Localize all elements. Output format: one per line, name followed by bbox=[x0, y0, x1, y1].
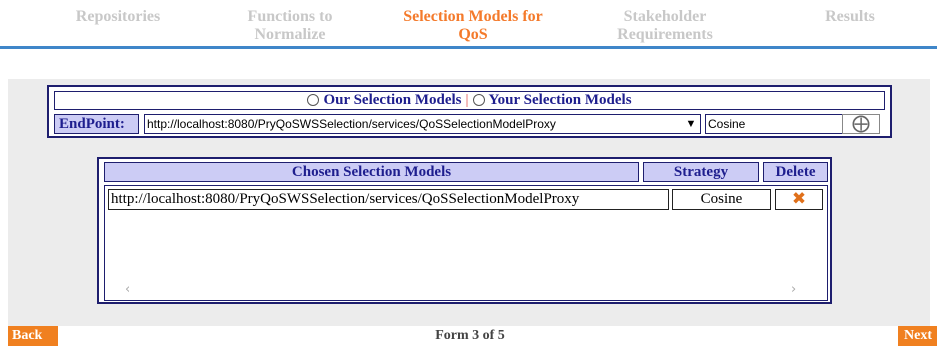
endpoint-select[interactable]: http://localhost:8080/PryQoSWSSelection/… bbox=[144, 114, 701, 134]
radio-our-models[interactable] bbox=[307, 93, 320, 106]
radio-our-models-label[interactable]: Our Selection Models bbox=[323, 92, 461, 108]
strategy-select-value: Cosine bbox=[708, 117, 746, 131]
endpoint-box: Our Selection Models | Your Selection Mode… bbox=[47, 85, 892, 138]
separator: | bbox=[465, 92, 469, 108]
chosen-models-box: Chosen Selection Models Strategy Delete … bbox=[97, 157, 832, 304]
step-stakeholder-requirements[interactable]: Stakeholder Requirements bbox=[590, 8, 740, 44]
scroll-right-icon[interactable]: › bbox=[791, 282, 796, 297]
header-strategy: Strategy bbox=[643, 162, 759, 182]
plus-icon: ⨁ bbox=[852, 113, 870, 134]
header-chosen-models: Chosen Selection Models bbox=[104, 162, 639, 182]
header-delete: Delete bbox=[763, 162, 828, 182]
scroll-left-icon[interactable]: ‹ bbox=[125, 282, 130, 297]
next-button[interactable]: Next bbox=[898, 326, 937, 346]
chevron-down-icon: ▼ bbox=[685, 118, 697, 130]
model-source-selector: Our Selection Models | Your Selection Mode… bbox=[54, 91, 885, 110]
delete-row-button[interactable]: ✖ bbox=[775, 189, 823, 210]
form-counter: Form 3 of 5 bbox=[435, 328, 505, 343]
step-selection-models[interactable]: Selection Models for QoS bbox=[378, 8, 568, 44]
step-functions-to-normalize[interactable]: Functions to Normalize bbox=[225, 8, 355, 44]
step-label-line1: Selection Models for bbox=[403, 8, 543, 25]
step-label: Results bbox=[825, 8, 875, 25]
radio-your-models[interactable] bbox=[472, 93, 485, 106]
endpoint-label: EndPoint: bbox=[54, 114, 139, 134]
chosen-models-list[interactable]: http://localhost:8080/PryQoSWSSelection/… bbox=[104, 185, 828, 301]
close-icon: ✖ bbox=[791, 189, 807, 209]
step-label-line1: Functions to bbox=[247, 8, 333, 25]
add-model-button[interactable]: ⨁ bbox=[842, 114, 880, 134]
step-results[interactable]: Results bbox=[800, 8, 900, 26]
table-row-strategy: Cosine bbox=[672, 189, 771, 210]
step-label-line2: QoS bbox=[458, 26, 488, 43]
radio-your-models-label[interactable]: Your Selection Models bbox=[489, 92, 632, 108]
step-label-line2: Normalize bbox=[254, 26, 326, 43]
back-button[interactable]: Back bbox=[8, 326, 58, 346]
wizard-steps: Repositories Functions to Normalize Sele… bbox=[0, 0, 937, 46]
step-label-line1: Stakeholder bbox=[623, 8, 707, 25]
table-row-url: http://localhost:8080/PryQoSWSSelection/… bbox=[108, 189, 669, 210]
step-repositories[interactable]: Repositories bbox=[48, 8, 188, 26]
step-label-line2: Requirements bbox=[617, 26, 713, 43]
endpoint-select-value: http://localhost:8080/PryQoSWSSelection/… bbox=[147, 117, 556, 131]
step-label: Repositories bbox=[75, 8, 161, 25]
wizard-divider bbox=[0, 46, 937, 49]
